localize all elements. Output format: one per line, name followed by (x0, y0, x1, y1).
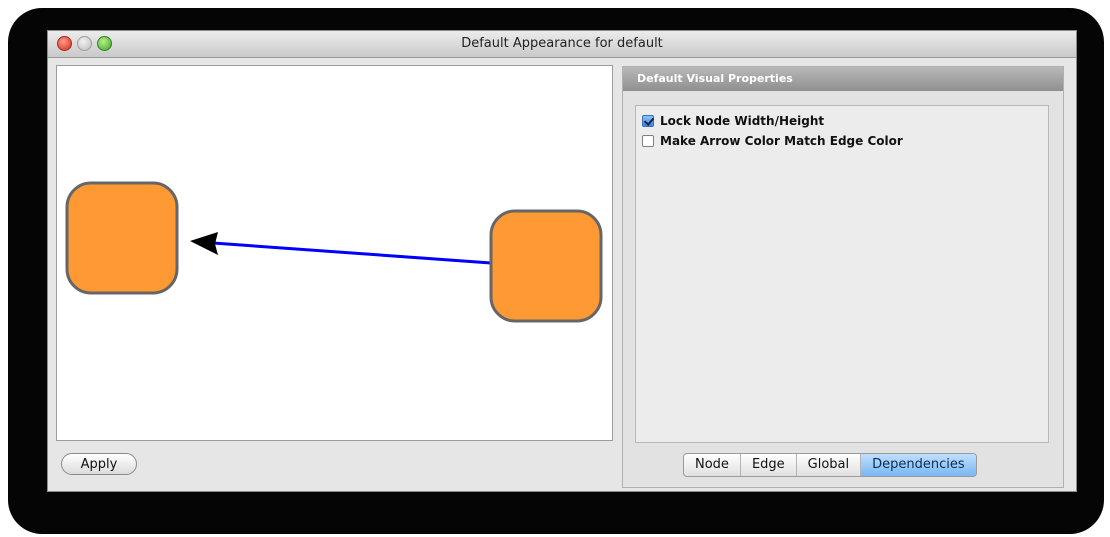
tab-edge[interactable]: Edge (741, 454, 797, 476)
lock-node-size-option[interactable]: Lock Node Width/Height (642, 112, 824, 130)
arrow-color-match-option[interactable]: Make Arrow Color Match Edge Color (642, 132, 903, 150)
title-bar: Default Appearance for default (48, 31, 1076, 58)
window-title: Default Appearance for default (461, 36, 663, 51)
arrow-color-match-label: Make Arrow Color Match Edge Color (660, 134, 903, 148)
arrow-color-match-checkbox[interactable] (642, 135, 654, 147)
tab-global[interactable]: Global (797, 454, 862, 476)
property-tabs: Node Edge Global Dependencies (683, 453, 977, 477)
visual-properties-panel: Default Visual Properties Lock Node Widt… (622, 66, 1064, 488)
network-preview (65, 181, 603, 323)
apply-button[interactable]: Apply (61, 453, 137, 475)
lock-node-size-label: Lock Node Width/Height (660, 114, 825, 128)
source-node[interactable] (65, 181, 179, 295)
dialog-window: Default Appearance for default Apply Def… (47, 30, 1077, 492)
network-preview-canvas (56, 65, 613, 441)
lock-node-size-checkbox[interactable] (642, 115, 654, 127)
target-node[interactable] (489, 209, 603, 323)
panel-header: Default Visual Properties (623, 67, 1063, 91)
edge-line (212, 241, 492, 265)
tab-dependencies[interactable]: Dependencies (861, 454, 976, 476)
edge-arrowhead (190, 232, 218, 255)
tab-node[interactable]: Node (684, 454, 741, 476)
properties-list: Lock Node Width/Height Make Arrow Color … (635, 105, 1049, 443)
